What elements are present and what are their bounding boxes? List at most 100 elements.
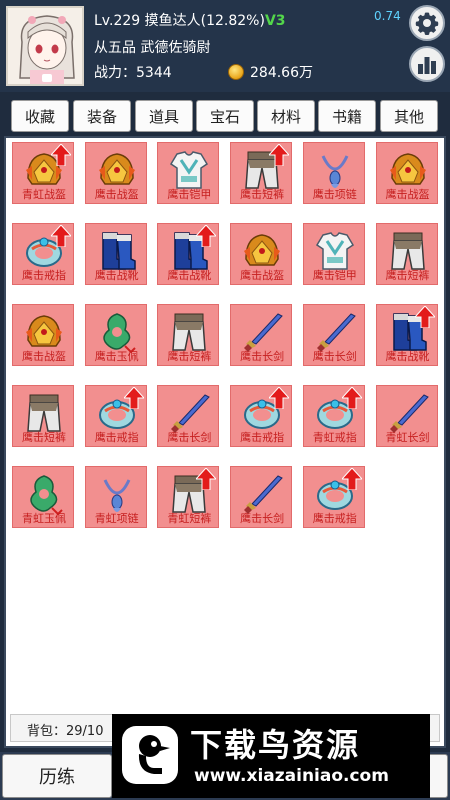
- item-slot[interactable]: 鹰击戒指: [302, 466, 365, 528]
- upgrade-arrow-icon: [414, 306, 435, 328]
- item-name: 鹰击戒指: [240, 431, 285, 444]
- boots-icon: [101, 232, 136, 270]
- item-slot[interactable]: 鹰击战靴: [157, 223, 220, 285]
- item-name: 鹰击短裤: [22, 431, 66, 444]
- settings-button[interactable]: [409, 5, 445, 41]
- tab-favorites[interactable]: 收藏: [11, 100, 69, 132]
- tab-other[interactable]: 其他: [380, 100, 438, 132]
- pants-icon: [390, 232, 425, 270]
- item-name: 青虹短裤: [167, 512, 212, 525]
- item-slot[interactable]: 鹰击长剑: [230, 304, 293, 366]
- item-slot[interactable]: 鹰击长剑: [302, 304, 365, 366]
- item-slot[interactable]: 鹰击战盔: [84, 142, 147, 204]
- tab-props[interactable]: 道具: [135, 100, 193, 132]
- item-slot[interactable]: 鹰击战靴: [84, 223, 147, 285]
- item-slot[interactable]: 鹰击项链: [302, 142, 365, 204]
- item-slot[interactable]: 青虹项链: [84, 466, 147, 528]
- item-name: 鹰击短裤: [385, 269, 430, 282]
- sword-icon: [244, 475, 283, 514]
- item-slot[interactable]: 鹰击战盔: [375, 142, 438, 204]
- ranking-button[interactable]: [409, 46, 445, 82]
- item-slot[interactable]: 鹰击铠甲: [157, 142, 220, 204]
- item-name: 鹰击项链: [312, 188, 357, 201]
- tab-materials[interactable]: 材料: [257, 100, 315, 132]
- sword-icon: [171, 394, 211, 433]
- level-line: Lv.229 摸鱼达人(12.82%)V3: [94, 10, 286, 30]
- helmet-icon: [244, 234, 281, 266]
- helmet-icon: [26, 315, 62, 347]
- item-name: 鹰击战盔: [22, 350, 66, 363]
- nav-training-button[interactable]: 历练: [2, 754, 112, 798]
- armor-icon: [315, 232, 354, 270]
- tab-equipment[interactable]: 装备: [73, 100, 131, 132]
- sword-icon: [389, 394, 429, 433]
- item-name: 鹰击铠甲: [167, 188, 212, 201]
- item-slot[interactable]: 鹰击戒指: [230, 385, 293, 447]
- item-name: 鹰击长剑: [312, 350, 357, 363]
- item-name: 青虹战盔: [22, 188, 66, 201]
- armor-icon: [170, 151, 209, 189]
- item-name: 青虹长剑: [385, 431, 430, 444]
- item-slot[interactable]: 青虹戒指: [302, 385, 365, 447]
- gear-icon: [415, 12, 439, 35]
- pants-icon: [27, 394, 61, 432]
- item-name: 鹰击玉佩: [94, 350, 139, 363]
- item-name: 鹰击长剑: [167, 431, 212, 444]
- item-slot[interactable]: 鹰击玉佩: [84, 304, 147, 366]
- pants-icon: [172, 313, 207, 351]
- item-slot[interactable]: 青虹短裤: [157, 466, 220, 528]
- bar-chart-icon: [418, 57, 436, 74]
- combat-power: 战力：5344: [94, 65, 172, 81]
- item-name: 青虹戒指: [312, 431, 357, 444]
- upgrade-arrow-icon: [269, 144, 290, 166]
- upgrade-arrow-icon: [51, 144, 71, 166]
- item-slot[interactable]: 青虹战盔: [12, 142, 74, 204]
- upgrade-arrow-icon: [196, 225, 217, 247]
- item-slot[interactable]: 鹰击短裤: [12, 385, 74, 447]
- item-slot[interactable]: 鹰击戒指: [12, 223, 74, 285]
- item-name: 鹰击战靴: [94, 269, 139, 282]
- sword-icon: [316, 313, 356, 352]
- level-text: Lv.229 摸鱼达人(12.82%): [94, 13, 265, 29]
- item-slot[interactable]: 鹰击短裤: [157, 304, 220, 366]
- item-name: 青虹玉佩: [22, 512, 66, 525]
- item-slot[interactable]: 鹰击短裤: [375, 223, 438, 285]
- upgrade-arrow-icon: [51, 225, 71, 247]
- item-name: 鹰击长剑: [240, 512, 285, 525]
- bird-logo-icon: [122, 726, 178, 784]
- item-name: 鹰击短裤: [240, 188, 285, 201]
- item-slot[interactable]: 鹰击长剑: [157, 385, 220, 447]
- avatar[interactable]: [6, 6, 84, 86]
- item-slot[interactable]: 青虹玉佩: [12, 466, 74, 528]
- item-name: 鹰击长剑: [240, 350, 285, 363]
- item-name: 鹰击短裤: [167, 350, 212, 363]
- bag-capacity: 背包：29/10: [27, 724, 104, 739]
- upgrade-arrow-icon: [269, 387, 290, 409]
- watermark-url: www.xiazainiao.com: [194, 766, 389, 786]
- item-name: 鹰击铠甲: [312, 269, 357, 282]
- item-slot[interactable]: 鹰击战盔: [230, 223, 293, 285]
- sword-icon: [244, 313, 283, 352]
- tab-books[interactable]: 书籍: [318, 100, 376, 132]
- necklace-icon: [321, 155, 349, 188]
- item-slot[interactable]: 鹰击战盔: [12, 304, 74, 366]
- item-slot[interactable]: 鹰击戒指: [84, 385, 147, 447]
- jade-pendant-icon: [30, 475, 63, 516]
- item-slot[interactable]: 鹰击战靴: [375, 304, 438, 366]
- item-slot[interactable]: 鹰击短裤: [230, 142, 293, 204]
- item-slot[interactable]: 青虹长剑: [375, 385, 438, 447]
- upgrade-arrow-icon: [196, 468, 217, 490]
- item-slot[interactable]: 鹰击长剑: [230, 466, 293, 528]
- watermark-title: 下载鸟资源: [190, 726, 361, 764]
- tab-gems[interactable]: 宝石: [196, 100, 254, 132]
- gold-amount: 284.66万: [250, 65, 313, 81]
- player-header: Lv.229 摸鱼达人(12.82%)V3 从五品 武德佐骑尉 战力：5344 …: [0, 0, 450, 92]
- item-slot[interactable]: 鹰击铠甲: [302, 223, 365, 285]
- inventory-panel: 青虹战盔 鹰击战盔 鹰击铠甲 鹰击短裤 鹰击项链 鹰击战盔 鹰击戒指 鹰击战靴 鹰击战靴 鹰击战盔…: [4, 136, 446, 748]
- gold-display: 284.66万: [228, 62, 313, 82]
- rank-title: 从五品 武德佐骑尉: [94, 40, 211, 56]
- item-name: 鹰击战盔: [385, 188, 430, 201]
- item-name: 鹰击战靴: [167, 269, 212, 282]
- watermark-banner: 下载鸟资源 www.xiazainiao.com: [112, 714, 430, 798]
- item-name: 鹰击戒指: [94, 431, 139, 444]
